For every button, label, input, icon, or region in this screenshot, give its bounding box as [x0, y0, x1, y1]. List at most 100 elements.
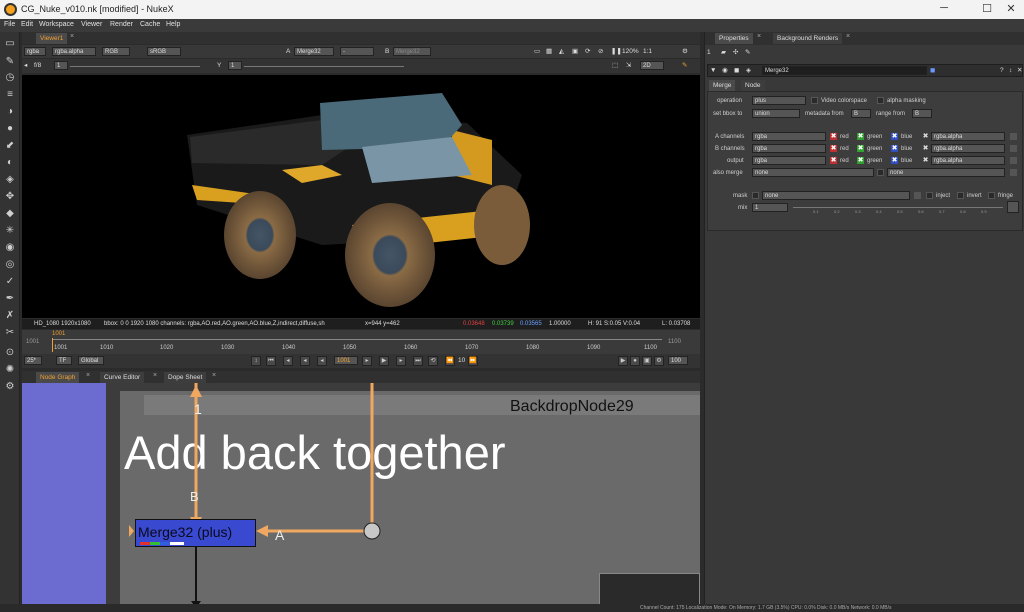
- out-red-checkbox[interactable]: ✖: [830, 157, 837, 164]
- close-tab-icon[interactable]: ×: [153, 372, 157, 379]
- menu-edit[interactable]: Edit: [21, 21, 33, 28]
- float-button[interactable]: ↕: [1009, 66, 1012, 76]
- other-tools-icon[interactable]: ✗: [4, 310, 16, 322]
- prev-keyframe-button[interactable]: ◂: [283, 356, 293, 366]
- help-icon[interactable]: ◈: [746, 66, 751, 76]
- clipping-warning-icon[interactable]: ▦: [546, 47, 552, 57]
- help-button[interactable]: ?: [1000, 66, 1004, 76]
- close-button[interactable]: ✕: [1001, 2, 1021, 15]
- step-size[interactable]: 10: [458, 356, 465, 366]
- play-button[interactable]: ▶: [379, 356, 389, 366]
- gain-field[interactable]: 1: [54, 61, 68, 70]
- also-merge-checkbox[interactable]: [877, 169, 884, 176]
- out-alpha-checkbox[interactable]: ✖: [922, 157, 929, 164]
- gain-slider[interactable]: [70, 66, 200, 67]
- output-link[interactable]: [1010, 157, 1017, 164]
- channel-tools-icon[interactable]: ≡: [4, 89, 16, 101]
- a-alpha-dropdown[interactable]: rgba.alpha: [931, 132, 1005, 141]
- layers-tools-icon[interactable]: ◈: [4, 174, 16, 186]
- wipe-icon[interactable]: ⇲: [626, 61, 631, 71]
- node-graph-minimap[interactable]: [599, 573, 700, 608]
- paint-icon[interactable]: ✎: [682, 61, 687, 71]
- menu-render[interactable]: Render: [110, 21, 133, 28]
- fps-dropdown[interactable]: 25*: [24, 356, 42, 365]
- node-graph-canvas[interactable]: BackdropNode29 Add back together 1 B A M…: [22, 383, 700, 608]
- next-frame-button[interactable]: ▸: [362, 356, 372, 366]
- gamma-field[interactable]: 1: [228, 61, 242, 70]
- refresh-icon[interactable]: ⟳: [585, 47, 590, 57]
- node-name-field[interactable]: Merge32: [762, 66, 927, 75]
- composite-dropdown[interactable]: -: [340, 47, 374, 56]
- tab-node[interactable]: Node: [741, 80, 765, 91]
- close-tab-icon[interactable]: ×: [212, 372, 216, 379]
- tf-dropdown[interactable]: TF: [56, 356, 72, 365]
- transform-tools-icon[interactable]: ✥: [4, 191, 16, 203]
- views-tools-icon[interactable]: ◎: [4, 259, 16, 271]
- current-frame-marker[interactable]: 1001: [52, 331, 65, 337]
- input-a-dropdown[interactable]: Merge32: [294, 47, 334, 56]
- time-tools-icon[interactable]: ◷: [4, 72, 16, 84]
- filter-tools-icon[interactable]: ●: [4, 123, 16, 135]
- prev-frame-button[interactable]: ◂: [317, 356, 327, 366]
- particles-tools-icon[interactable]: ✳: [4, 225, 16, 237]
- first-frame-button[interactable]: ⏮: [266, 356, 276, 366]
- video-colorspace-checkbox[interactable]: [811, 97, 818, 104]
- cara-tools-icon[interactable]: ✺: [4, 364, 16, 376]
- maximize-button[interactable]: ☐: [977, 2, 997, 15]
- tile-color-icon[interactable]: ◼: [930, 66, 935, 76]
- tab-properties[interactable]: Properties: [715, 33, 753, 44]
- b-green-checkbox[interactable]: ✖: [857, 145, 864, 152]
- tab-curve-editor[interactable]: Curve Editor: [100, 372, 145, 383]
- minimize-button[interactable]: ─: [934, 2, 954, 14]
- mask-dropdown[interactable]: none: [762, 191, 910, 200]
- lock-range-button[interactable]: ▣: [642, 356, 652, 366]
- stop-icon[interactable]: ⊘: [598, 47, 603, 57]
- skip-forward-button[interactable]: ⏩: [468, 356, 478, 366]
- close-tab-icon[interactable]: ×: [846, 33, 850, 40]
- a-blue-checkbox[interactable]: ✖: [891, 133, 898, 140]
- zoom-dropdown[interactable]: 120%: [622, 47, 639, 57]
- collapse-icon[interactable]: ▼: [710, 66, 716, 76]
- menu-viewer[interactable]: Viewer: [81, 21, 102, 28]
- global-range-dropdown[interactable]: Global: [78, 356, 104, 365]
- a-channels-link[interactable]: [1010, 133, 1017, 140]
- b-alpha-dropdown[interactable]: rgba.alpha: [931, 144, 1005, 153]
- colorspace-dropdown[interactable]: RGB: [102, 47, 130, 56]
- also-merge-dropdown-2[interactable]: none: [887, 168, 1005, 177]
- out-blue-checkbox[interactable]: ✖: [891, 157, 898, 164]
- mix-field[interactable]: 1: [752, 203, 788, 212]
- furnace-tools-icon[interactable]: ✂: [4, 327, 16, 339]
- timeline[interactable]: 1001 1001 1100 1001 1010 1020 1030 1040 …: [22, 330, 700, 354]
- set-bbox-dropdown[interactable]: union: [752, 109, 800, 118]
- close-tab-icon[interactable]: ×: [757, 33, 761, 40]
- operation-dropdown[interactable]: plus: [752, 96, 806, 105]
- toolsets-icon[interactable]: ✒: [4, 293, 16, 305]
- b-blue-checkbox[interactable]: ✖: [891, 145, 898, 152]
- gamma-slider[interactable]: [244, 66, 404, 67]
- tab-node-graph[interactable]: Node Graph: [36, 372, 80, 383]
- curve-icon[interactable]: [1007, 201, 1019, 213]
- mask-checkbox[interactable]: [752, 192, 759, 199]
- ocio-tools-icon[interactable]: ⊙: [4, 347, 16, 359]
- 3d-tools-icon[interactable]: ◆: [4, 208, 16, 220]
- tab-dope-sheet[interactable]: Dope Sheet: [164, 372, 207, 383]
- menu-help[interactable]: Help: [166, 21, 180, 28]
- gizmo-tools-icon[interactable]: ⚙: [4, 381, 16, 393]
- out-alpha-dropdown[interactable]: rgba.alpha: [931, 156, 1005, 165]
- menu-file[interactable]: File: [4, 21, 15, 28]
- skip-back-button[interactable]: ⏪: [445, 356, 455, 366]
- end-frame-field[interactable]: 100: [668, 356, 688, 365]
- mix-slider[interactable]: [793, 207, 1003, 208]
- display-dropdown[interactable]: sRGB: [147, 47, 181, 56]
- fringe-checkbox[interactable]: [988, 192, 995, 199]
- viewer-settings-icon[interactable]: ⚙: [682, 47, 688, 57]
- out-green-checkbox[interactable]: ✖: [857, 157, 864, 164]
- alpha-masking-checkbox[interactable]: [877, 97, 884, 104]
- close-tab-icon[interactable]: ×: [70, 33, 74, 40]
- record-button[interactable]: ●: [630, 356, 640, 366]
- alpha-dropdown[interactable]: rgba.alpha: [52, 47, 96, 56]
- output-dropdown[interactable]: rgba: [752, 156, 826, 165]
- image-tools-icon[interactable]: ▭: [4, 38, 16, 50]
- max-panels-field[interactable]: 1: [707, 48, 711, 58]
- input-b-dropdown[interactable]: Merge32: [393, 47, 431, 56]
